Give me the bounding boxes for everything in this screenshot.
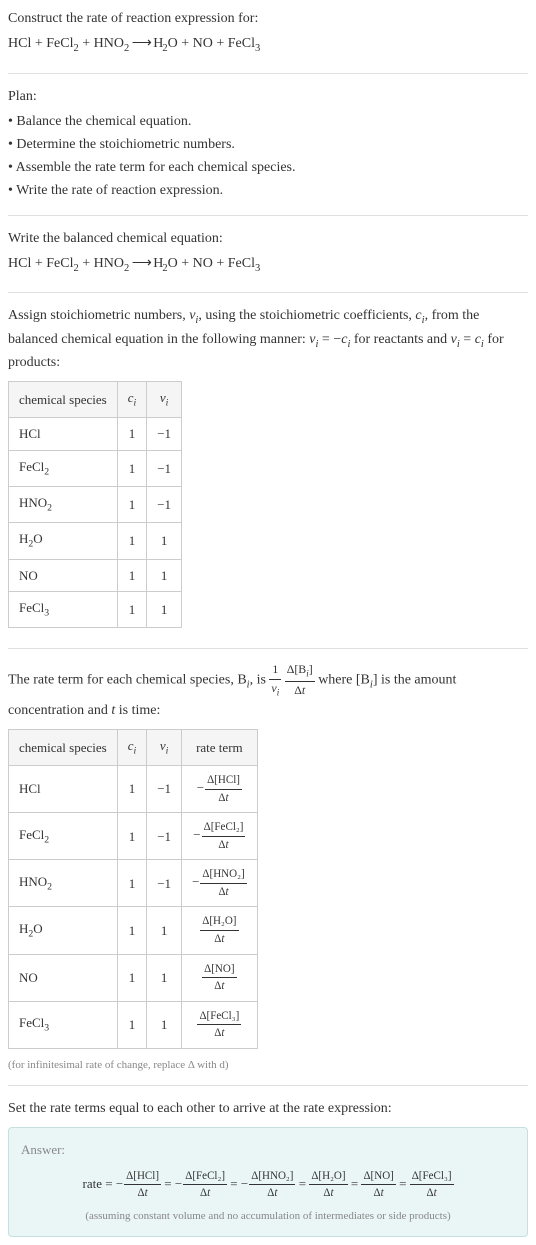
plan-section: Plan: • Balance the chemical equation. •… [8, 86, 528, 216]
plan-item: • Balance the chemical equation. [8, 111, 528, 132]
table-row: HCl1−1−Δ[HCl]Δt [9, 766, 258, 813]
plan-heading: Plan: [8, 86, 528, 107]
intro-section: Construct the rate of reaction expressio… [8, 8, 528, 74]
plan-item: • Assemble the rate term for each chemic… [8, 157, 528, 178]
table-header: νi [147, 729, 182, 765]
plan-list: • Balance the chemical equation. • Deter… [8, 111, 528, 201]
plan-item: • Determine the stoichiometric numbers. [8, 134, 528, 155]
balanced-equation: HCl + FeCl2 + HNO2 ⟶ H2O + NO + FeCl3 [8, 253, 528, 277]
answer-equation: rate = −Δ[HCl]Δt = −Δ[FeCl₂]Δt = −Δ[HNO₂… [21, 1168, 515, 1202]
table-row: NO11 [9, 559, 182, 592]
balanced-heading: Write the balanced chemical equation: [8, 228, 528, 249]
table-header: chemical species [9, 382, 118, 418]
table-header-row: chemical species ci νi [9, 382, 182, 418]
table-header: ci [117, 382, 147, 418]
table-header: ci [117, 729, 147, 765]
table-row: FeCl21−1 [9, 450, 182, 486]
answer-box: Answer: rate = −Δ[HCl]Δt = −Δ[FeCl₂]Δt =… [8, 1127, 528, 1237]
table-header: νi [147, 382, 182, 418]
table-header: chemical species [9, 729, 118, 765]
answer-note: (assuming constant volume and no accumul… [21, 1208, 515, 1225]
final-section: Set the rate terms equal to each other t… [8, 1098, 528, 1237]
table-row: NO11Δ[NO]Δt [9, 954, 258, 1001]
table-row: HNO21−1−Δ[HNO₂]Δt [9, 860, 258, 907]
intro-equation: HCl + FeCl2 + HNO2 ⟶ H2O + NO + FeCl3 [8, 33, 528, 57]
table-row: HCl1−1 [9, 418, 182, 451]
table-row: H2O11 [9, 523, 182, 559]
final-heading: Set the rate terms equal to each other t… [8, 1098, 528, 1119]
stoich-text: Assign stoichiometric numbers, νi, using… [8, 305, 528, 373]
table-row: FeCl21−1−Δ[FeCl₂]Δt [9, 813, 258, 860]
answer-label: Answer: [21, 1140, 515, 1160]
stoich-table: chemical species ci νi HCl1−1 FeCl21−1 H… [8, 381, 182, 628]
table-row: FeCl311Δ[FeCl₃]Δt [9, 1001, 258, 1048]
rateterm-section: The rate term for each chemical species,… [8, 661, 528, 1086]
stoich-section: Assign stoichiometric numbers, νi, using… [8, 305, 528, 649]
plan-item: • Write the rate of reaction expression. [8, 180, 528, 201]
table-row: H2O11Δ[H₂O]Δt [9, 907, 258, 954]
table-row: HNO21−1 [9, 487, 182, 523]
table-row: FeCl311 [9, 592, 182, 628]
intro-text: Construct the rate of reaction expressio… [8, 8, 528, 29]
balanced-section: Write the balanced chemical equation: HC… [8, 228, 528, 294]
rateterm-table: chemical species ci νi rate term HCl1−1−… [8, 729, 258, 1049]
table-header-row: chemical species ci νi rate term [9, 729, 258, 765]
rateterm-text: The rate term for each chemical species,… [8, 661, 528, 721]
table-header: rate term [182, 729, 258, 765]
rateterm-note: (for infinitesimal rate of change, repla… [8, 1057, 528, 1074]
